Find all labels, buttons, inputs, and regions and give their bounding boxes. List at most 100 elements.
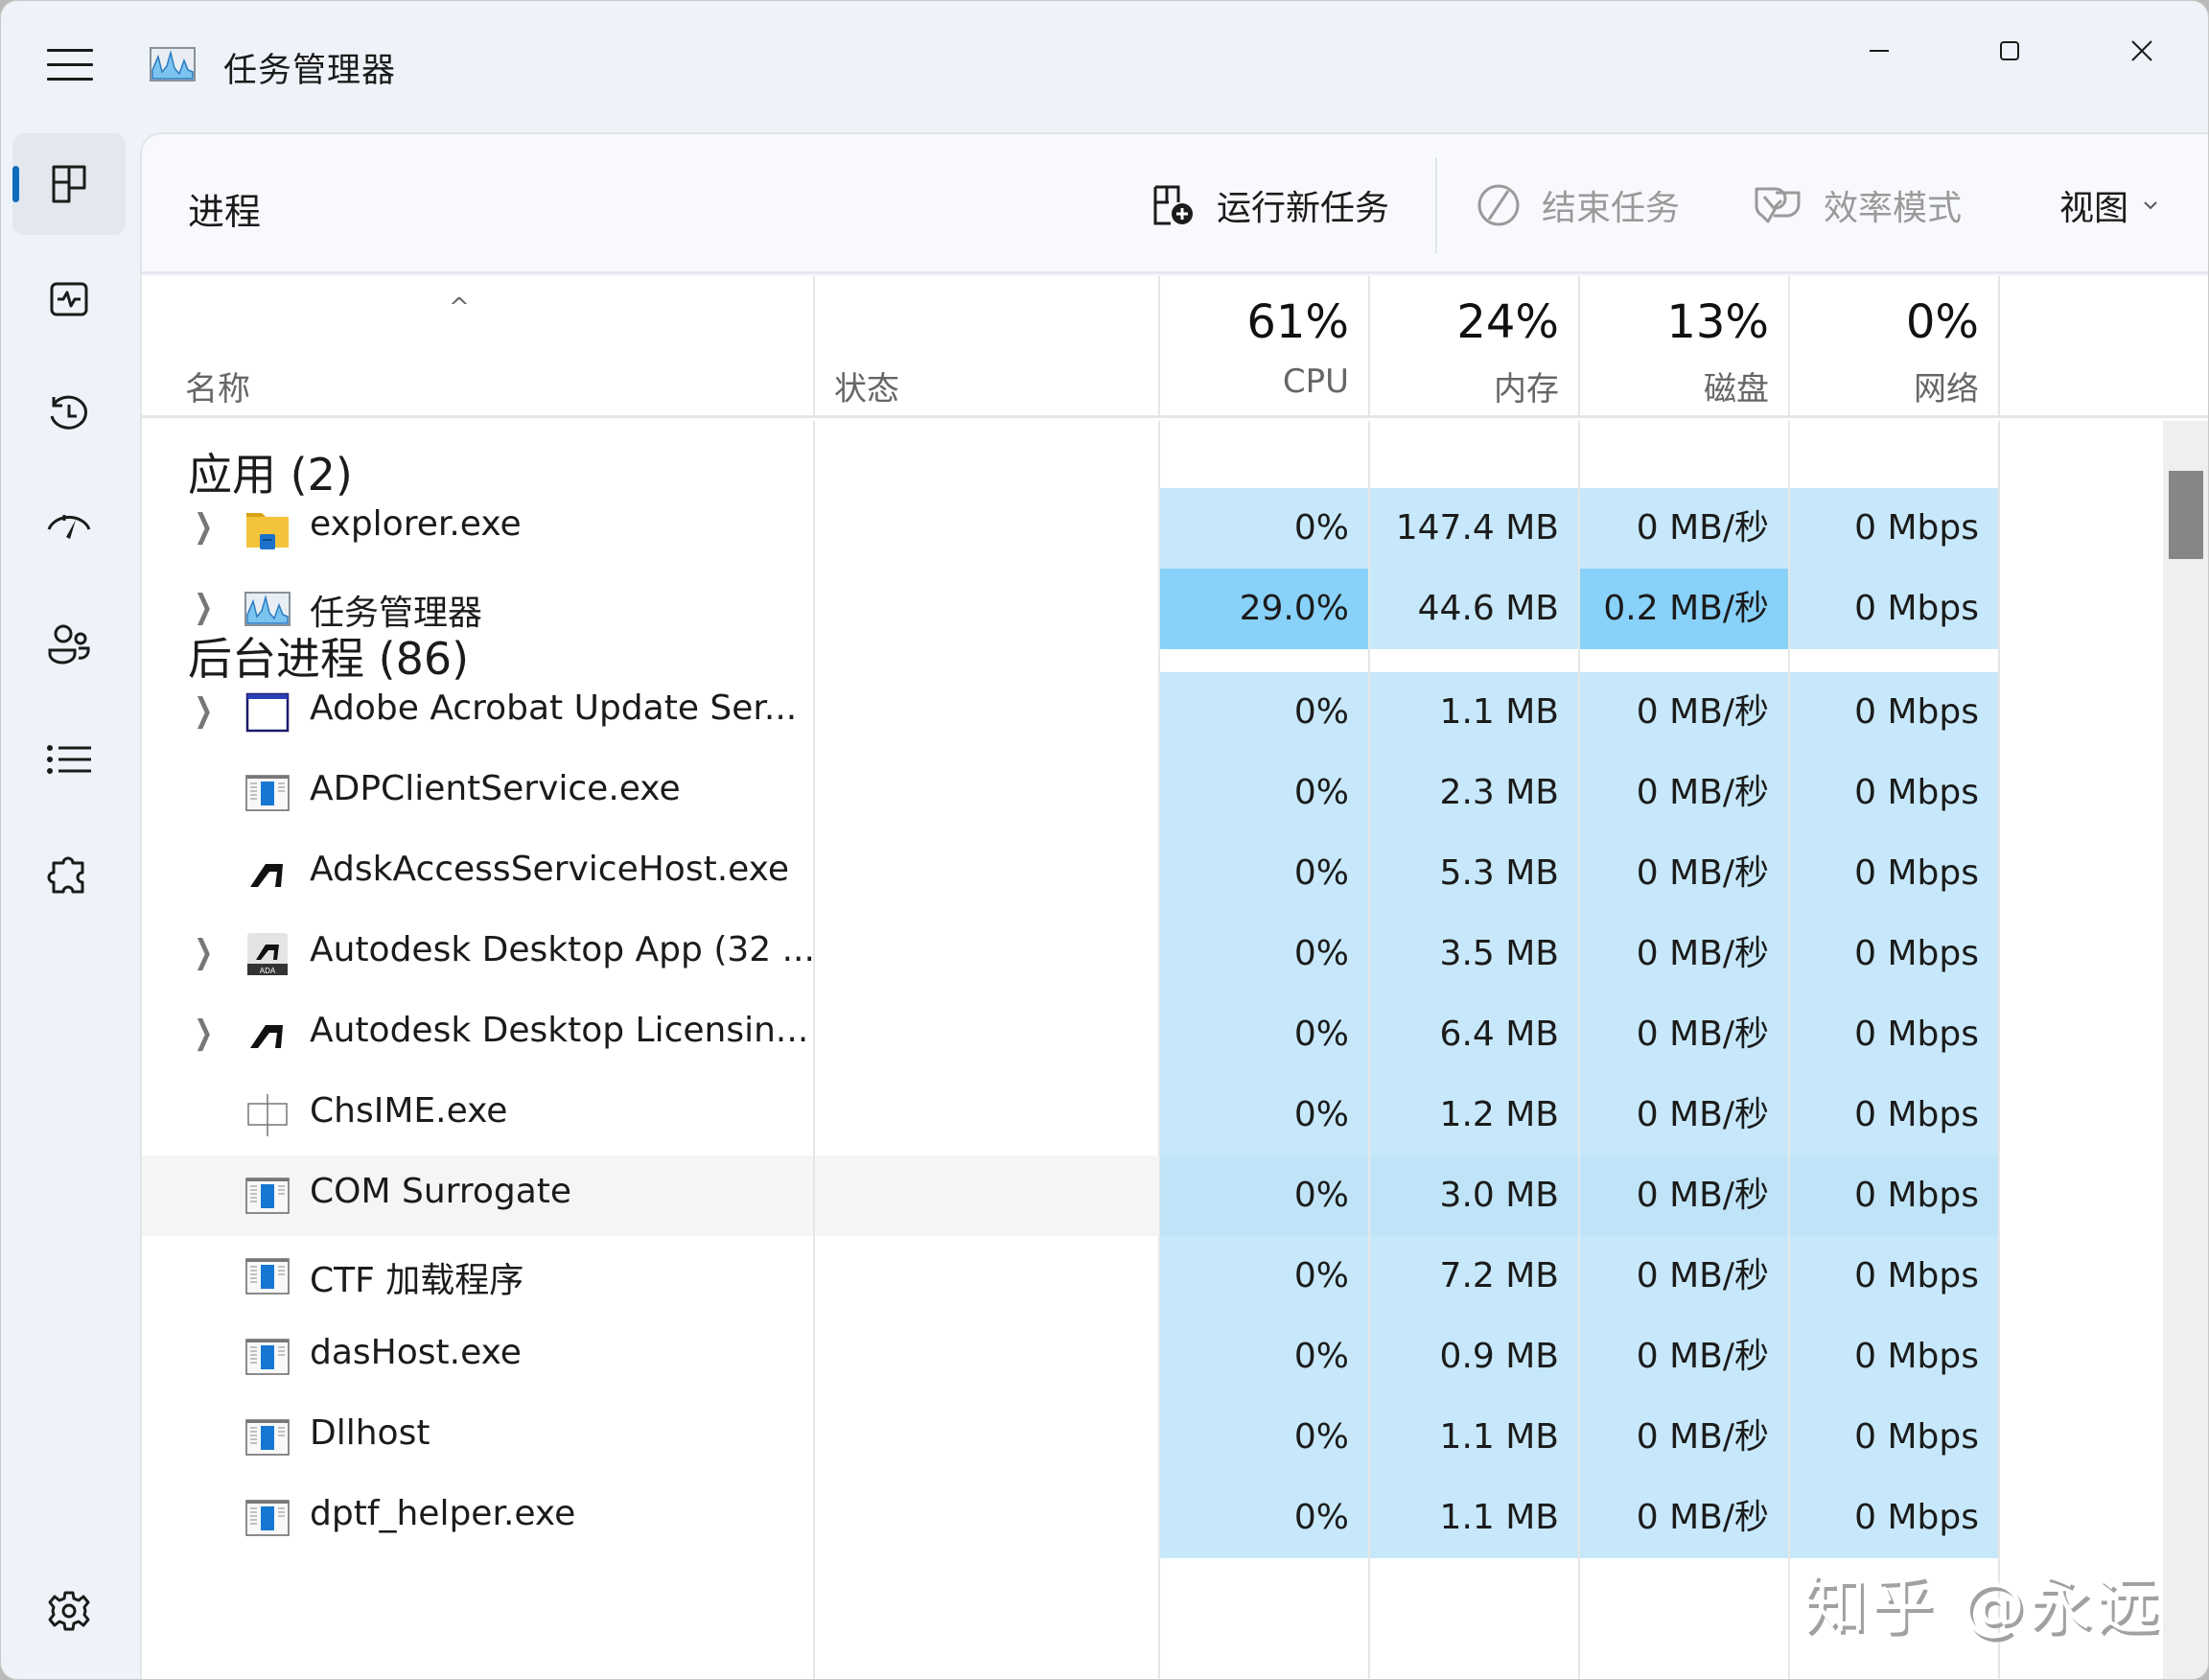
sidebar-item-processes[interactable]	[12, 133, 126, 235]
process-row[interactable]: ❯ explorer.exe 0% 147.4 MB 0 MB/秒 0 Mbps	[142, 488, 2138, 569]
network-cell: 0 Mbps	[1790, 1236, 1998, 1317]
cpu-cell: 0%	[1160, 672, 1368, 753]
view-dropdown[interactable]: 视图	[2059, 175, 2159, 236]
hamburger-icon	[47, 49, 93, 52]
chevron-right-icon[interactable]: ❯	[194, 507, 213, 546]
name-cell: CTF 加载程序	[142, 1236, 813, 1317]
table-header: ^ 名称 状态 61% CPU 24% 内存 13% 磁盘 0% 网络	[142, 276, 2208, 418]
process-row[interactable]: ❯ Adobe Acrobat Update Ser... 0% 1.1 MB 0 MB…	[142, 672, 2138, 753]
process-row[interactable]: COM Surrogate 0% 3.0 MB 0 MB/秒 0 Mbps	[142, 1155, 2138, 1236]
column-header-network[interactable]: 0% 网络	[1790, 276, 2000, 418]
column-header-disk[interactable]: 13% 磁盘	[1580, 276, 1790, 418]
chevron-right-icon[interactable]: ❯	[194, 1014, 213, 1052]
disk-cell: 0 MB/秒	[1580, 672, 1788, 753]
run-new-task-icon	[1153, 185, 1193, 225]
name-cell: Dllhost	[142, 1397, 813, 1478]
run-new-task-button[interactable]: 运行新任务	[1151, 175, 1389, 236]
process-row[interactable]: ADPClientService.exe 0% 2.3 MB 0 MB/秒 0 Mbps	[142, 753, 2138, 833]
column-header-cpu[interactable]: 61% CPU	[1160, 276, 1370, 418]
process-row[interactable]: CTF 加载程序 0% 7.2 MB 0 MB/秒 0 Mbps	[142, 1236, 2138, 1317]
process-row[interactable]: AdskAccessServiceHost.exe 0% 5.3 MB 0 MB/秒 0…	[142, 833, 2138, 914]
vertical-scrollbar[interactable]	[2163, 421, 2208, 1679]
status-cell	[815, 1155, 1159, 1236]
network-cell: 0 Mbps	[1790, 488, 1998, 569]
network-cell: 0 Mbps	[1790, 914, 1998, 994]
efficiency-leaf-icon	[1755, 187, 1801, 223]
minimize-button[interactable]	[1836, 20, 1922, 82]
process-name: Dllhost	[310, 1413, 430, 1453]
sidebar-item-startup[interactable]	[12, 478, 126, 580]
status-cell	[815, 1317, 1159, 1397]
cpu-total-percent: 61%	[1246, 295, 1349, 349]
performance-icon	[50, 282, 88, 316]
process-row[interactable]: ❯ Autodesk Desktop Licensin... 0% 6.4 MB 0 M…	[142, 994, 2138, 1075]
app-title: 任务管理器	[223, 52, 397, 90]
hamburger-icon	[47, 78, 93, 81]
sidebar-item-performance[interactable]	[12, 248, 126, 350]
memory-cell: 6.4 MB	[1370, 994, 1578, 1075]
sidebar-item-users[interactable]	[12, 594, 126, 695]
process-name: explorer.exe	[310, 504, 522, 544]
status-cell	[815, 994, 1159, 1075]
process-row[interactable]: dptf_helper.exe 0% 1.1 MB 0 MB/秒 0 Mbps	[142, 1478, 2138, 1558]
end-task-button[interactable]: 结束任务	[1477, 175, 1680, 236]
memory-cell: 2.3 MB	[1370, 753, 1578, 833]
network-cell: 0 Mbps	[1790, 569, 1998, 649]
services-puzzle-icon	[47, 856, 84, 894]
efficiency-mode-button[interactable]: 效率模式	[1753, 175, 1962, 236]
process-row[interactable]: ❯ ADA Autodesk Desktop App (32 ... 0% 3.5 MB…	[142, 914, 2138, 994]
sidebar-item-settings[interactable]	[12, 1560, 126, 1662]
sidebar-item-details[interactable]	[12, 709, 126, 810]
hamburger-menu-button[interactable]	[43, 49, 97, 87]
process-name: AdskAccessServiceHost.exe	[310, 850, 790, 889]
column-header-name[interactable]: ^ 名称	[142, 276, 815, 418]
disk-cell: 0 MB/秒	[1580, 488, 1788, 569]
process-name: Autodesk Desktop Licensin...	[310, 1011, 809, 1050]
process-row[interactable]: ChsIME.exe 0% 1.2 MB 0 MB/秒 0 Mbps	[142, 1075, 2138, 1155]
status-cell	[815, 1478, 1159, 1558]
service-app-icon	[244, 770, 291, 816]
process-row[interactable]: dasHost.exe 0% 0.9 MB 0 MB/秒 0 Mbps	[142, 1317, 2138, 1397]
close-button[interactable]	[2099, 20, 2185, 82]
processes-panel: 进程 运行新任务 结束任务 效率模式 视图 ^ 名称 状态 61% CPU 24…	[140, 132, 2208, 1679]
maximize-button[interactable]	[1966, 20, 2053, 82]
close-icon	[2131, 40, 2152, 61]
svg-text:ADA: ADA	[260, 967, 276, 975]
sidebar-item-services[interactable]	[12, 824, 126, 925]
memory-cell: 5.3 MB	[1370, 833, 1578, 914]
scrollbar-thumb[interactable]	[2169, 471, 2203, 559]
sidebar-item-app-history[interactable]	[12, 363, 126, 465]
disk-cell: 0 MB/秒	[1580, 1478, 1788, 1558]
chevron-right-icon[interactable]: ❯	[194, 588, 213, 626]
memory-cell: 7.2 MB	[1370, 1236, 1578, 1317]
chevron-right-icon[interactable]: ❯	[194, 933, 213, 971]
autodesk-ada-icon: ADA	[244, 931, 291, 977]
column-header-memory[interactable]: 24% 内存	[1370, 276, 1580, 418]
chevron-right-icon[interactable]: ❯	[194, 691, 213, 730]
disk-cell: 0 MB/秒	[1580, 1155, 1788, 1236]
process-row[interactable]: ❯ 任务管理器 29.0% 44.6 MB 0.2 MB/秒 0 Mbps	[142, 569, 2138, 649]
network-cell: 0 Mbps	[1790, 672, 1998, 753]
memory-cell: 0.9 MB	[1370, 1317, 1578, 1397]
cpu-cell: 0%	[1160, 994, 1368, 1075]
disk-cell: 0 MB/秒	[1580, 1317, 1788, 1397]
process-name: dptf_helper.exe	[310, 1494, 576, 1533]
name-cell: ❯ Autodesk Desktop Licensin...	[142, 994, 813, 1075]
sort-ascending-icon: ^	[449, 293, 470, 322]
cpu-cell: 0%	[1160, 1478, 1368, 1558]
column-label-status: 状态	[834, 370, 899, 408]
name-cell: dasHost.exe	[142, 1317, 813, 1397]
cpu-cell: 0%	[1160, 1317, 1368, 1397]
name-cell: AdskAccessServiceHost.exe	[142, 833, 813, 914]
process-row[interactable]: Dllhost 0% 1.1 MB 0 MB/秒 0 Mbps	[142, 1397, 2138, 1478]
watermark: 知乎 @永远	[1803, 1569, 2163, 1643]
network-cell: 0 Mbps	[1790, 833, 1998, 914]
column-label-network: 网络	[1914, 370, 1979, 408]
cpu-cell: 0%	[1160, 1075, 1368, 1155]
column-header-status[interactable]: 状态	[815, 276, 1160, 418]
name-cell: ❯ ADA Autodesk Desktop App (32 ...	[142, 914, 815, 994]
efficiency-mode-label: 效率模式	[1824, 189, 1963, 228]
name-cell: ChsIME.exe	[142, 1075, 813, 1155]
task-manager-window: 任务管理器 进程 运行新任务 结束任务 效率模式 视图 ^ 名称 状态 61% …	[0, 0, 2209, 1680]
status-cell	[815, 1397, 1159, 1478]
